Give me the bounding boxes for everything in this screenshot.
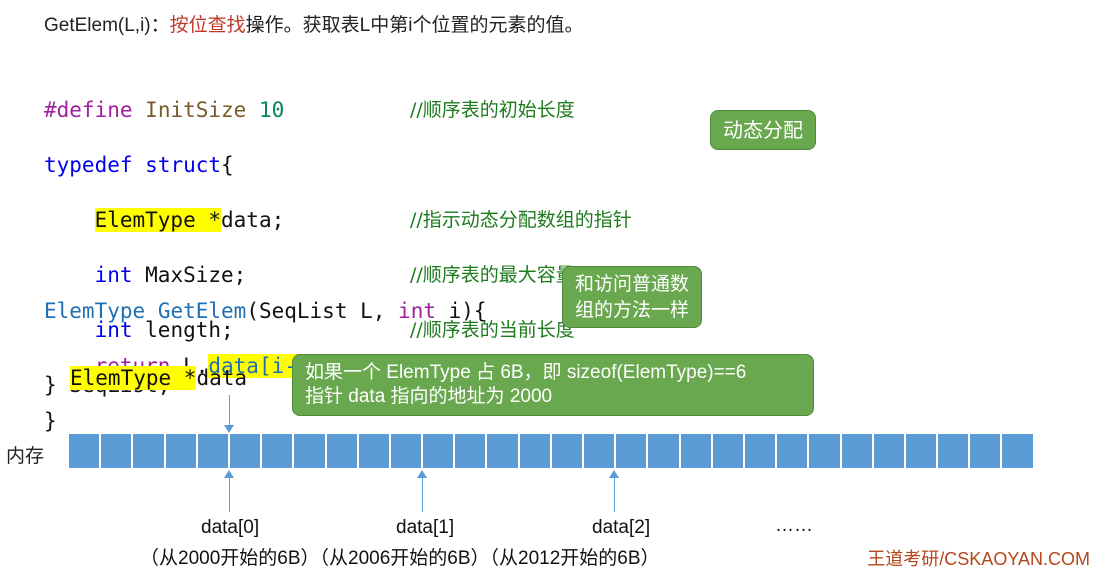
param-int-keyword: int [398,298,436,323]
memory-cell [809,434,840,468]
memory-cell [1002,434,1033,468]
memory-cell [358,434,389,468]
function-name: GetElem [157,298,247,323]
callout-size-note-text: 如果一个 ElemType 占 6B，即 sizeof(ElemType)==6… [292,354,814,416]
memory-cell [584,434,615,468]
index-2-label: data[2] [592,517,651,538]
pointer-arrow-line [229,395,230,425]
pointer-name: data [196,366,248,390]
brand-watermark: 王道考研/CSKAOYAN.COM [867,549,1090,569]
memory-cell [551,434,582,468]
comment-blank [410,152,727,180]
index-1-arrow-line [422,478,423,512]
code-line-define: #define InitSize 10 [44,97,284,125]
field-data-name: data; [221,207,285,232]
ellipsis: …… [775,515,813,536]
memory-cell [648,434,679,468]
index-0-arrow-line [229,478,230,512]
memory-cell [938,434,969,468]
memory-cell [197,434,228,468]
index-1-label: data[1] [396,517,455,538]
memory-cell [841,434,872,468]
index-2-arrow-line [614,478,615,512]
memory-cell [229,434,261,468]
callout-same-as-array-text: 和访问普通数 组的方法一样 [562,266,703,328]
memory-cell [616,434,647,468]
memory-cell [905,434,937,468]
callout-line-1: 和访问普通数 [575,273,690,295]
define-keyword: #define [44,97,133,122]
callout-dynamic-alloc-text: 动态分配 [710,110,816,150]
callout-line-2: 指针 data 指向的地址为 2000 [305,386,553,407]
open-brace: { [221,152,234,177]
address-line: （从2000开始的6B）（从2006开始的6B）（从2012开始的6B） [140,543,660,570]
index-0-arrow-head [224,470,234,478]
title-highlight: 按位查找 [169,15,246,36]
memory-cell [423,434,454,468]
memory-cell [744,434,776,468]
memory-label: 内存 [6,445,45,467]
index-1-address: （从2006开始的6B） [319,548,490,569]
pointer-label: ElemType *data [70,365,247,393]
memory-cell [777,434,808,468]
memory-cell [455,434,486,468]
memory-cell [262,434,293,468]
memory-cell [519,434,550,468]
pointer-arrow-head [224,425,234,433]
callout-line-2: 组的方法一样 [575,299,690,321]
memory-cell [680,434,711,468]
memory-cell [69,434,100,468]
define-name: InitSize [145,97,247,122]
index-0-address: （从2000开始的6B） [140,548,320,569]
params-part-a: (SeqList L, [246,298,399,323]
params-part-b: i){ [435,298,487,323]
index-1-arrow-head [417,470,427,478]
title-suffix: 操作。获取表L中第i个位置的元素的值。 [245,15,584,36]
index-2-arrow-head [609,470,619,478]
memory-cell [873,434,904,468]
memory-cell [390,434,422,468]
return-type: ElemType [44,298,146,323]
field-data-type: ElemType * [94,207,222,232]
code-line-field-data: ElemType *data; [44,207,284,235]
define-value: 10 [258,97,285,122]
memory-cell [487,434,518,468]
comment-initsize: //顺序表的初始长度 [410,98,575,121]
struct-keyword: struct [145,152,222,177]
title-prefix: GetElem(L,i)： [44,15,170,36]
comment-data: //指示动态分配数组的指针 [410,208,632,231]
memory-cell [326,434,357,468]
memory-cell [165,434,196,468]
code-line-signature: ElemType GetElem(SeqList L, int i){ [44,298,487,326]
memory-cell [712,434,743,468]
callout-line-1: 如果一个 ElemType 占 6B，即 sizeof(ElemType)==6 [305,362,747,383]
memory-cell [294,434,325,468]
memory-cell [101,434,132,468]
memory-strip [69,434,1035,468]
memory-cell [133,434,164,468]
title-line: GetElem(L,i)：按位查找操作。获取表L中第i个位置的元素的值。 [44,10,583,37]
index-0-label: data[0] [201,517,260,538]
pointer-type: ElemType * [70,366,197,390]
typedef-keyword: typedef [44,152,133,177]
code-line-typedef: typedef struct{ [44,152,284,180]
index-2-address: （从2012开始的6B） [489,548,660,569]
memory-cell [970,434,1001,468]
